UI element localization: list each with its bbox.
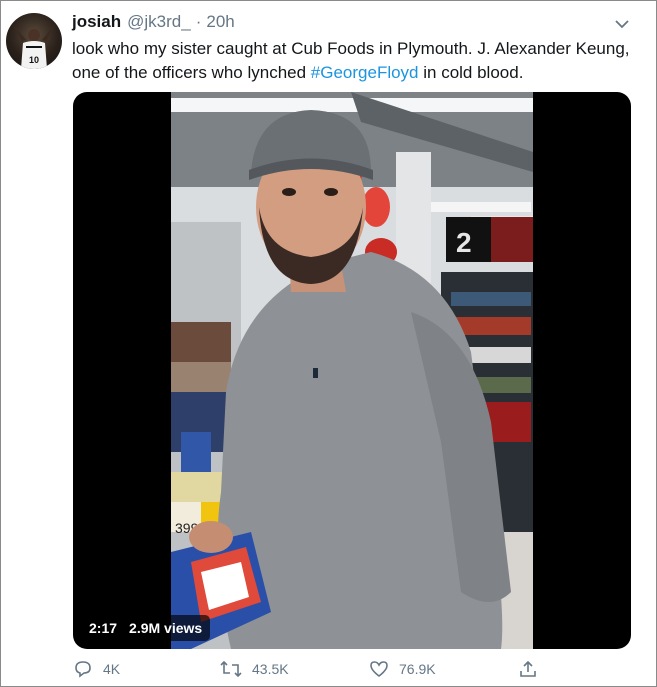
timestamp[interactable]: 20h [206,12,234,32]
hashtag-link[interactable]: #GeorgeFloyd [311,63,419,82]
reply-count: 4K [103,661,121,677]
video-overlay: 2:17 2.9M views [81,615,211,641]
share-icon[interactable] [518,659,538,679]
tweet-header: josiah @jk3rd_ · 20h [72,12,235,36]
video-views: 2.9M views [129,620,203,636]
share-button[interactable] [518,659,538,679]
like-button[interactable]: 76.9K [369,659,436,679]
reply-button[interactable]: 4K [73,659,120,679]
video-duration: 2:17 [89,620,118,636]
video-frame[interactable]: 399 2 [171,92,533,649]
svg-text:10: 10 [29,55,39,65]
video-player[interactable]: 399 2 2:17 2.9M views [73,92,631,649]
tweet-text: look who my sister caught at Cub Foods i… [72,37,632,85]
like-count: 76.9K [399,661,436,677]
avatar[interactable]: 10 [6,13,62,69]
display-name[interactable]: josiah [72,12,121,32]
retweet-icon[interactable] [220,659,242,679]
tweet-actions: 4K 43.5K 76.9K [73,659,633,685]
tweet-card: 10 josiah @jk3rd_ · 20h look who my sist… [0,0,657,687]
separator-dot: · [195,12,202,31]
caret-down-icon[interactable] [613,15,631,33]
user-handle[interactable]: @jk3rd_ [127,12,191,32]
like-icon[interactable] [369,659,389,679]
tweet-text-end: in cold blood. [418,63,524,82]
retweet-count: 43.5K [252,661,289,677]
svg-text:2: 2 [456,227,472,258]
retweet-button[interactable]: 43.5K [220,659,289,679]
reply-icon[interactable] [73,659,93,679]
